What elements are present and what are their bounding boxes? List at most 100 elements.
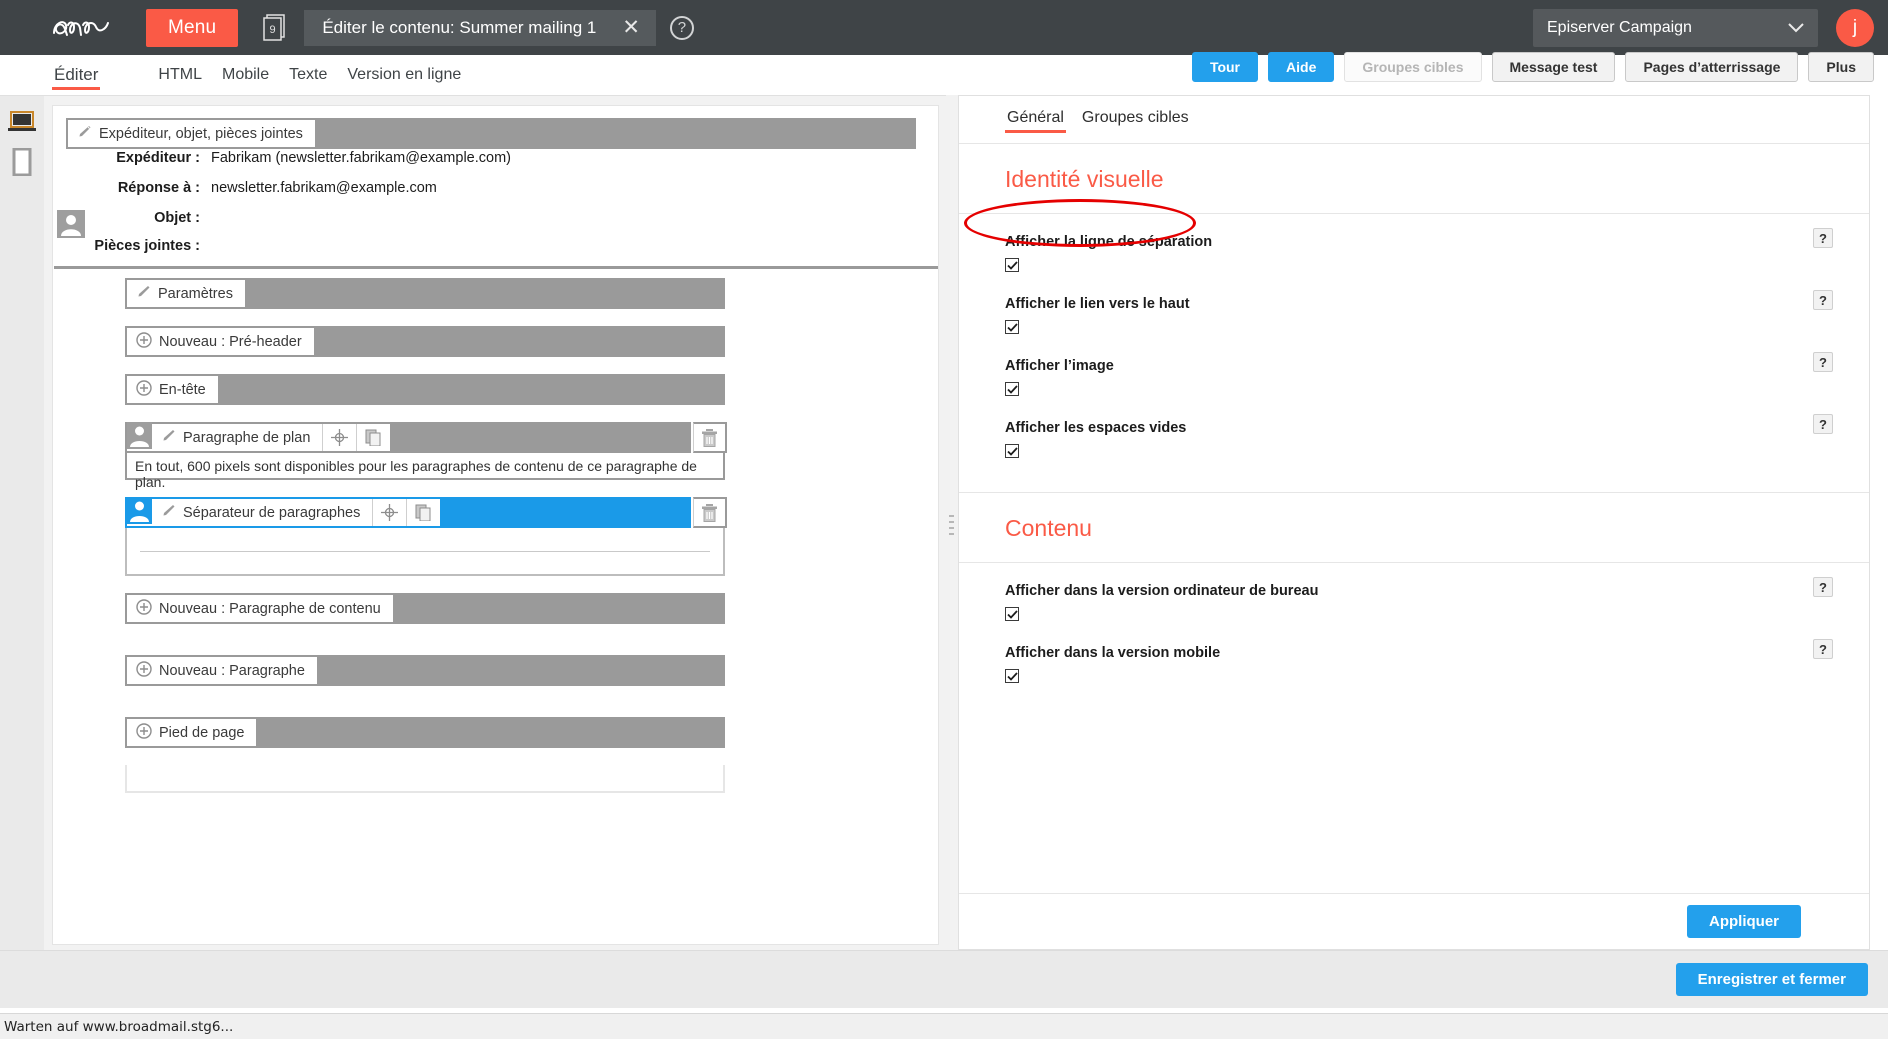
brush-icon <box>77 124 92 143</box>
option-afficher-version-bureau: Afficher dans la version ordinateur de b… <box>959 563 1869 625</box>
block-separateur-wrap: Séparateur de paragraphes <box>125 497 727 528</box>
block-chip[interactable]: Nouveau : Paragraphe de contenu <box>127 595 393 622</box>
block-paragraphe-de-plan[interactable]: Paragraphe de plan <box>125 422 691 453</box>
help-icon[interactable]: ? <box>1813 577 1833 597</box>
field-row: Réponse à : newsletter.fabrikam@example.… <box>66 180 916 210</box>
field-label: Objet : <box>154 210 200 226</box>
option-afficher-ligne-separation: Afficher la ligne de séparation ? <box>959 214 1869 276</box>
block-chip[interactable]: Paragraphe de plan <box>152 424 323 451</box>
block-label: En-tête <box>159 381 206 398</box>
block-chip[interactable]: Nouveau : Pré-header <box>127 328 314 355</box>
block-chip[interactable]: Séparateur de paragraphes <box>152 499 373 526</box>
field-value: Fabrikam (newsletter.fabrikam@example.co… <box>211 150 511 166</box>
block-chip[interactable]: Nouveau : Paragraphe <box>127 657 317 684</box>
block-chip[interactable]: Pied de page <box>127 719 257 746</box>
help-icon[interactable]: ? <box>1813 352 1833 372</box>
block-parametres[interactable]: Paramètres <box>125 278 725 309</box>
copy-icon[interactable] <box>356 424 391 451</box>
divider <box>54 266 938 269</box>
tab-editer[interactable]: Éditer <box>44 55 108 95</box>
tab-texte[interactable]: Texte <box>279 55 337 95</box>
option-label: Afficher dans la version ordinateur de b… <box>1005 583 1319 599</box>
pages-atterrissage-button[interactable]: Pages d’atterrissage <box>1625 52 1799 82</box>
field-row: Objet : <box>66 210 916 238</box>
option-checkbox[interactable] <box>1005 258 1019 272</box>
option-label: Afficher les espaces vides <box>1005 420 1187 436</box>
move-icon[interactable] <box>372 499 407 526</box>
brush-icon <box>136 284 151 303</box>
plus-button[interactable]: Plus <box>1808 52 1874 82</box>
block-add-paragraphe-de-contenu[interactable]: Nouveau : Paragraphe de contenu <box>125 593 725 624</box>
sender-block-chip[interactable]: Expéditeur, objet, pièces jointes <box>68 120 315 147</box>
properties-panel: Général Groupes cibles Identité visuelle… <box>958 95 1870 950</box>
delete-icon[interactable] <box>693 422 727 453</box>
sender-block-bar[interactable]: Expéditeur, objet, pièces jointes <box>66 118 916 149</box>
copy-icon[interactable] <box>406 499 441 526</box>
help-icon[interactable]: ? <box>1813 290 1833 310</box>
option-checkbox[interactable] <box>1005 607 1019 621</box>
option-checkbox[interactable] <box>1005 382 1019 396</box>
block-label: Nouveau : Paragraphe de contenu <box>159 600 381 617</box>
help-icon[interactable]: ? <box>1813 414 1833 434</box>
apply-button[interactable]: Appliquer <box>1687 905 1801 938</box>
block-add-paragraphe[interactable]: Nouveau : Paragraphe <box>125 655 725 686</box>
block-label: Nouveau : Paragraphe <box>159 662 305 679</box>
block-add-pied-de-page[interactable]: Pied de page <box>125 717 725 748</box>
field-value: newsletter.fabrikam@example.com <box>211 180 437 196</box>
block-chip[interactable]: En-tête <box>127 376 218 403</box>
block-label: Nouveau : Pré-header <box>159 333 302 350</box>
option-checkbox[interactable] <box>1005 320 1019 334</box>
plus-circle-icon <box>136 379 152 400</box>
field-label: Réponse à : <box>117 180 200 196</box>
mobile-preview-icon[interactable] <box>0 142 44 182</box>
client-selector[interactable]: Episerver Campaign <box>1533 8 1818 47</box>
help-icon[interactable]: ? <box>1813 228 1833 248</box>
tab-mobile[interactable]: Mobile <box>212 55 279 95</box>
tour-button[interactable]: Tour <box>1191 52 1259 82</box>
block-label: Séparateur de paragraphes <box>183 504 361 521</box>
message-test-button[interactable]: Message test <box>1491 52 1616 82</box>
desktop-preview-icon[interactable] <box>0 102 44 142</box>
panel-tab-groupes-cibles[interactable]: Groupes cibles <box>1080 105 1191 135</box>
block-avatar-chip <box>127 497 152 526</box>
avatar[interactable]: j <box>1836 8 1874 47</box>
block-label: Paragraphe de plan <box>183 429 311 446</box>
save-and-close-button[interactable]: Enregistrer et fermer <box>1675 963 1868 996</box>
block-label: Pied de page <box>159 724 245 741</box>
block-add-preheader[interactable]: Nouveau : Pré-header <box>125 326 725 357</box>
block-separateur-de-paragraphes[interactable]: Séparateur de paragraphes <box>125 497 691 528</box>
main-stage: Expéditeur, objet, pièces jointes Expédi… <box>0 95 1888 1008</box>
section-title-identite-visuelle: Identité visuelle <box>959 144 1869 214</box>
pane-splitter[interactable] <box>946 95 958 950</box>
panel-tab-general[interactable]: Général <box>1005 105 1066 135</box>
block-filler <box>256 719 723 746</box>
section-title-contenu: Contenu <box>959 493 1869 563</box>
option-checkbox[interactable] <box>1005 444 1019 458</box>
move-icon[interactable] <box>322 424 357 451</box>
block-filler <box>390 424 689 451</box>
option-afficher-lien-vers-le-haut: Afficher le lien vers le haut ? <box>959 276 1869 338</box>
option-label: Afficher dans la version mobile <box>1005 645 1221 661</box>
block-filler <box>217 376 723 403</box>
episerver-logo-icon[interactable] <box>48 13 118 43</box>
help-icon[interactable]: ? <box>669 15 694 40</box>
option-checkbox[interactable] <box>1005 669 1019 683</box>
delete-icon[interactable] <box>693 497 727 528</box>
splitter-grip[interactable] <box>949 515 954 543</box>
block-chip[interactable]: Paramètres <box>127 280 245 307</box>
status-text: Warten auf www.broadmail.stg6... <box>4 1018 234 1035</box>
block-add-entete[interactable]: En-tête <box>125 374 725 405</box>
documents-icon[interactable]: 9 <box>260 12 288 44</box>
field-row: Pièces jointes : <box>66 238 916 268</box>
option-afficher-espaces-vides: Afficher les espaces vides ? <box>959 400 1869 462</box>
top-bar: Menu 9 Éditer le contenu: Summer mailing… <box>0 0 1888 55</box>
plus-circle-icon <box>136 331 152 352</box>
groupes-cibles-button[interactable]: Groupes cibles <box>1344 52 1482 82</box>
aide-button[interactable]: Aide <box>1268 52 1335 82</box>
close-icon[interactable]: ✕ <box>622 17 640 38</box>
menu-button[interactable]: Menu <box>146 8 239 47</box>
help-icon[interactable]: ? <box>1813 639 1833 659</box>
tab-html[interactable]: HTML <box>148 55 212 95</box>
plus-circle-icon <box>136 722 152 743</box>
tab-version-en-ligne[interactable]: Version en ligne <box>337 55 471 95</box>
